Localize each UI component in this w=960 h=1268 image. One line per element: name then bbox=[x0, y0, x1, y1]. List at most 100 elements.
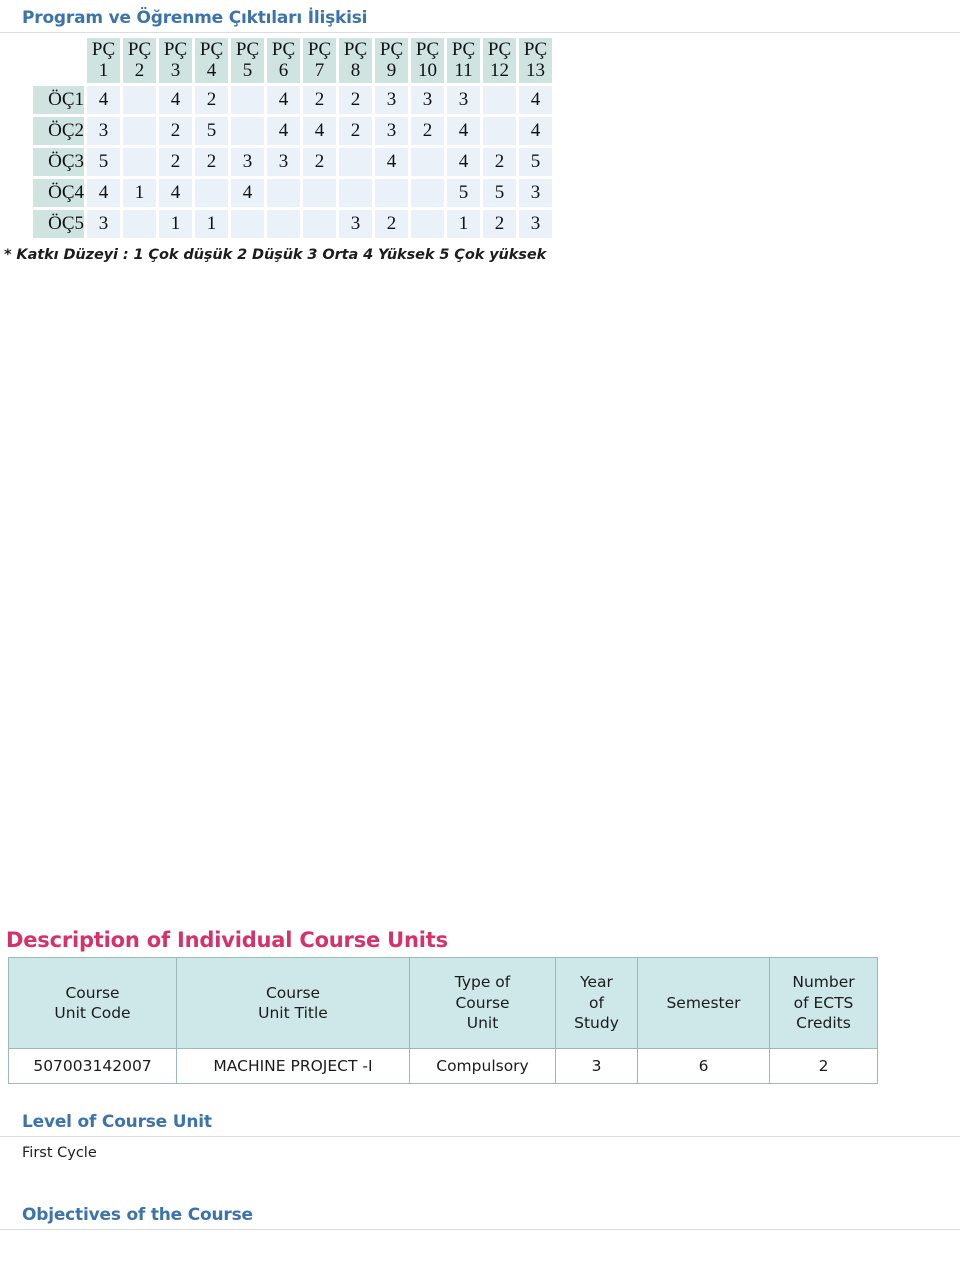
course-unit-title-cell: MACHINE PROJECT -I bbox=[176, 1048, 410, 1084]
matrix-cell bbox=[230, 116, 265, 146]
matrix-column-header: PÇ 12 bbox=[482, 37, 517, 84]
matrix-cell: 2 bbox=[482, 209, 517, 239]
matrix-cell: 4 bbox=[158, 85, 193, 115]
matrix-cell: 2 bbox=[338, 85, 373, 115]
matrix-column-header: PÇ 9 bbox=[374, 37, 409, 84]
matrix-cell bbox=[338, 147, 373, 177]
matrix-row: ÖÇ4 4 1 4 4 5 5 3 bbox=[32, 178, 553, 208]
matrix-cell bbox=[266, 178, 301, 208]
matrix-cell: 1 bbox=[446, 209, 481, 239]
course-units-column-header: Number of ECTS Credits bbox=[769, 957, 878, 1049]
matrix-cell bbox=[410, 178, 445, 208]
matrix-cell bbox=[194, 178, 229, 208]
matrix-cell: 1 bbox=[194, 209, 229, 239]
matrix-cell: 4 bbox=[266, 116, 301, 146]
matrix-cell bbox=[482, 116, 517, 146]
course-units-column-header-line: Unit Code bbox=[54, 1004, 131, 1022]
course-units-column-header-line: Unit Title bbox=[258, 1004, 328, 1022]
course-units-column-header-line: Credits bbox=[796, 1014, 851, 1033]
matrix-cell: 1 bbox=[122, 178, 157, 208]
matrix-body: ÖÇ1 4 4 2 4 2 2 3 3 3 4 ÖÇ2 3 2 5 4 4 2 3 2 4 4 ÖÇ3 5 2 2 3 3 2 4 4 2 5 Ö… bbox=[32, 85, 553, 239]
matrix-cell: 3 bbox=[410, 85, 445, 115]
matrix-cell: 3 bbox=[374, 85, 409, 115]
matrix-cell: 3 bbox=[86, 116, 121, 146]
matrix-cell: 4 bbox=[86, 85, 121, 115]
matrix-row: ÖÇ2 3 2 5 4 4 2 3 2 4 4 bbox=[32, 116, 553, 146]
matrix-cell: 2 bbox=[338, 116, 373, 146]
matrix-cell: 3 bbox=[518, 209, 553, 239]
matrix-cell: 2 bbox=[194, 147, 229, 177]
matrix-cell: 4 bbox=[518, 85, 553, 115]
type-of-course-unit-cell: Compulsory bbox=[409, 1048, 556, 1084]
course-units-column-header: Semester bbox=[637, 957, 770, 1049]
matrix-cell: 3 bbox=[518, 178, 553, 208]
matrix-table: PÇ 1 PÇ 2 PÇ 3 PÇ 4 PÇ 5 PÇ 6 PÇ 7 PÇ 8 PÇ 9 PÇ 10 PÇ 11 PÇ 12 P… bbox=[31, 36, 554, 240]
contribution-level-note: * Katkı Düzeyi : 1 Çok düşük 2 Düşük 3 O… bbox=[4, 247, 547, 263]
course-units-column-header: Course Unit Title bbox=[176, 957, 410, 1049]
course-units-column-header-line: of bbox=[589, 993, 604, 1012]
matrix-cell: 4 bbox=[518, 116, 553, 146]
matrix-cell bbox=[230, 85, 265, 115]
matrix-cell bbox=[302, 209, 337, 239]
course-units-column-header-line: Semester bbox=[666, 993, 741, 1012]
matrix-cell: 4 bbox=[446, 147, 481, 177]
matrix-cell: 4 bbox=[374, 147, 409, 177]
matrix-column-header: PÇ 8 bbox=[338, 37, 373, 84]
matrix-cell bbox=[410, 147, 445, 177]
matrix-cell: 3 bbox=[338, 209, 373, 239]
matrix-column-header: PÇ 6 bbox=[266, 37, 301, 84]
matrix-cell bbox=[122, 209, 157, 239]
matrix-cell: 2 bbox=[410, 116, 445, 146]
semester-cell: 6 bbox=[637, 1048, 770, 1084]
number-of-ects-credits-cell: 2 bbox=[769, 1048, 878, 1084]
objectives-section-heading: Objectives of the Course bbox=[0, 1205, 960, 1230]
matrix-head: PÇ 1 PÇ 2 PÇ 3 PÇ 4 PÇ 5 PÇ 6 PÇ 7 PÇ 8 PÇ 9 PÇ 10 PÇ 11 PÇ 12 P… bbox=[32, 37, 553, 84]
matrix-cell: 2 bbox=[158, 116, 193, 146]
matrix-column-header: PÇ 3 bbox=[158, 37, 193, 84]
matrix-cell: 3 bbox=[446, 85, 481, 115]
description-section-heading: Description of Individual Course Units bbox=[6, 928, 448, 952]
course-units-table: Course Unit Code Course Unit Title Type of Co… bbox=[8, 957, 878, 1084]
matrix-column-header: PÇ 7 bbox=[302, 37, 337, 84]
matrix-cell: 2 bbox=[482, 147, 517, 177]
matrix-cell: 2 bbox=[302, 147, 337, 177]
matrix-cell: 4 bbox=[230, 178, 265, 208]
matrix-cell bbox=[122, 85, 157, 115]
year-of-study-cell: 3 bbox=[555, 1048, 638, 1084]
course-units-column-header: Type of Course Unit bbox=[409, 957, 556, 1049]
matrix-cell bbox=[266, 209, 301, 239]
course-units-table-head: Course Unit Code Course Unit Title Type of Co… bbox=[8, 957, 878, 1049]
matrix-cell: 2 bbox=[194, 85, 229, 115]
course-units-table-wrap: Course Unit Code Course Unit Title Type of Co… bbox=[8, 957, 878, 1084]
course-units-column-header-line: Course bbox=[265, 983, 321, 1002]
matrix-column-header: PÇ 11 bbox=[446, 37, 481, 84]
matrix-column-header: PÇ 5 bbox=[230, 37, 265, 84]
matrix-cell: 4 bbox=[266, 85, 301, 115]
course-units-column-header: Year of Study bbox=[555, 957, 638, 1049]
matrix-cell bbox=[230, 209, 265, 239]
course-units-column-header-line: of ECTS bbox=[793, 993, 854, 1012]
matrix-column-header: PÇ 4 bbox=[194, 37, 229, 84]
matrix-cell: 5 bbox=[482, 178, 517, 208]
matrix-cell bbox=[302, 178, 337, 208]
course-unit-code-cell: 507003142007 bbox=[8, 1048, 177, 1084]
matrix-cell: 5 bbox=[86, 147, 121, 177]
matrix-cell: 3 bbox=[86, 209, 121, 239]
program-learning-outcome-matrix: PÇ 1 PÇ 2 PÇ 3 PÇ 4 PÇ 5 PÇ 6 PÇ 7 PÇ 8 PÇ 9 PÇ 10 PÇ 11 PÇ 12 P… bbox=[31, 36, 554, 240]
course-units-table-body: 507003142007 MACHINE PROJECT -I Compulsory… bbox=[8, 1048, 878, 1084]
matrix-row: ÖÇ1 4 4 2 4 2 2 3 3 3 4 bbox=[32, 85, 553, 115]
matrix-header-row: PÇ 1 PÇ 2 PÇ 3 PÇ 4 PÇ 5 PÇ 6 PÇ 7 PÇ 8 PÇ 9 PÇ 10 PÇ 11 PÇ 12 P… bbox=[32, 37, 553, 84]
matrix-cell bbox=[410, 209, 445, 239]
matrix-cell: 4 bbox=[86, 178, 121, 208]
matrix-cell bbox=[122, 116, 157, 146]
matrix-row-header: ÖÇ3 bbox=[32, 147, 85, 177]
matrix-cell: 5 bbox=[194, 116, 229, 146]
matrix-corner-cell bbox=[32, 37, 85, 84]
matrix-cell: 5 bbox=[446, 178, 481, 208]
matrix-column-header: PÇ 1 bbox=[86, 37, 121, 84]
matrix-row-header: ÖÇ2 bbox=[32, 116, 85, 146]
matrix-column-header: PÇ 13 bbox=[518, 37, 553, 84]
matrix-cell bbox=[338, 178, 373, 208]
course-units-column-header: Course Unit Code bbox=[8, 957, 177, 1049]
matrix-row: ÖÇ5 3 1 1 3 2 1 2 3 bbox=[32, 209, 553, 239]
